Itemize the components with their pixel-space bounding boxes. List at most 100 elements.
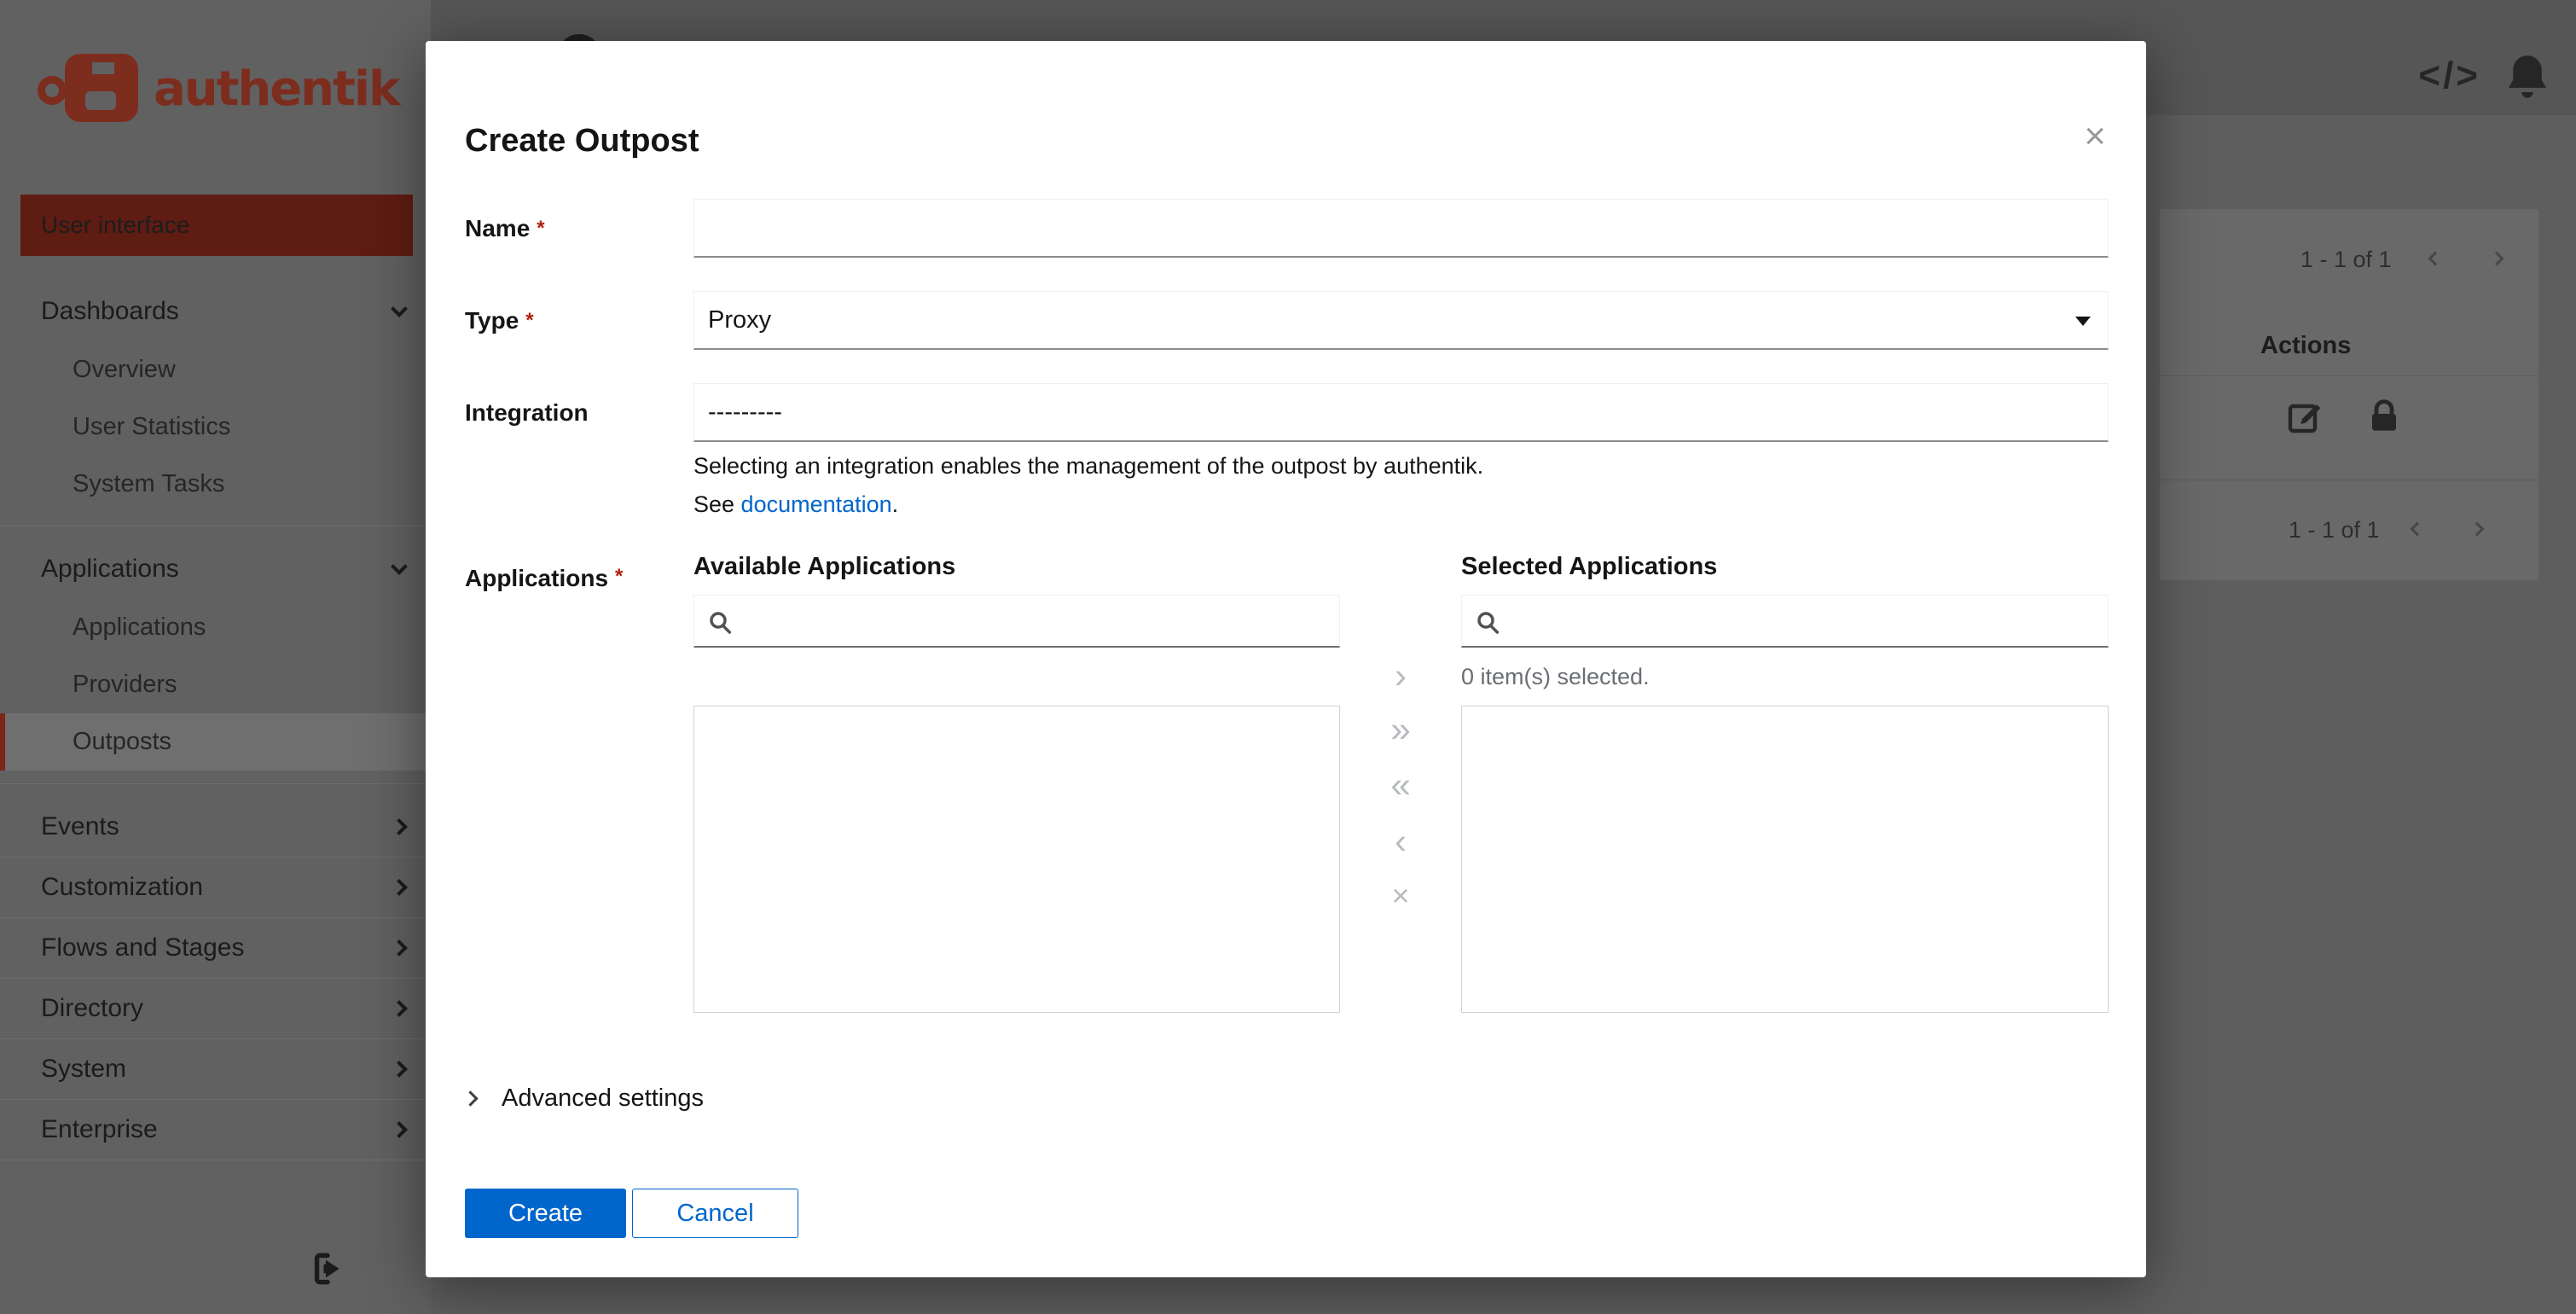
chevron-right-icon — [391, 1061, 408, 1078]
user-interface-button[interactable]: User interface — [20, 195, 413, 256]
table-divider — [2160, 375, 2538, 376]
edit-icon[interactable] — [2284, 396, 2325, 437]
integration-label: Integration — [465, 398, 589, 426]
available-search-input[interactable] — [742, 599, 1331, 641]
authentik-logo[interactable]: authentik — [38, 49, 400, 128]
outposts-table-card: 1 - 1 of 1 Actions 1 - 1 of 1 — [2160, 209, 2538, 580]
available-search — [693, 595, 1340, 648]
pagination-prev-icon[interactable] — [2428, 251, 2443, 266]
sidebar: authentik User interface Dashboards Over… — [0, 0, 431, 1314]
create-button[interactable]: Create — [465, 1189, 626, 1238]
available-spacer — [693, 648, 1340, 706]
integration-help-text: Selecting an integration enables the man… — [693, 453, 1484, 517]
close-icon[interactable]: × — [2084, 118, 2106, 155]
group-label: System — [41, 1055, 127, 1083]
user-interface-label: User interface — [41, 212, 190, 238]
item-label: System Tasks — [73, 470, 225, 497]
pagination-top-text: 1 - 1 of 1 — [2300, 247, 2392, 272]
cancel-button[interactable]: Cancel — [632, 1189, 798, 1238]
chevron-right-icon — [391, 1000, 408, 1017]
notification-bell-icon[interactable] — [2501, 49, 2554, 106]
available-applications-pane: Available Applications — [693, 553, 1340, 1013]
logout-icon[interactable] — [305, 1247, 348, 1290]
item-label: Outposts — [73, 728, 172, 755]
add-all-button[interactable]: » — [1340, 711, 1461, 748]
group-label: Events — [41, 812, 119, 840]
chevron-right-icon — [391, 939, 408, 956]
name-field-row: Name * — [465, 199, 2109, 258]
sidebar-group-directory[interactable]: Directory — [0, 979, 431, 1038]
sidebar-item-overview[interactable]: Overview — [0, 341, 431, 398]
type-select[interactable]: Proxy — [693, 291, 2109, 350]
advanced-settings-expander[interactable]: Advanced settings — [462, 1075, 704, 1121]
selected-search — [1461, 595, 2109, 648]
required-marker: * — [537, 216, 545, 240]
name-input[interactable] — [693, 199, 2109, 258]
sidebar-group-events[interactable]: Events — [0, 797, 431, 857]
actions-column-header: Actions — [2260, 332, 2352, 359]
required-marker: * — [525, 308, 534, 332]
group-label: Enterprise — [41, 1115, 158, 1143]
name-label: Name * — [465, 214, 545, 241]
chevron-down-icon — [391, 558, 408, 575]
lock-icon[interactable] — [2364, 396, 2405, 437]
integration-select-value: --------- — [708, 398, 782, 426]
chevron-right-icon — [391, 1121, 408, 1138]
modal-actions: Create Cancel — [465, 1189, 798, 1238]
create-outpost-modal: Create Outpost × Name * Type * Proxy Integ… — [426, 41, 2146, 1277]
selected-applications-title: Selected Applications — [1461, 553, 1718, 580]
advanced-settings-label: Advanced settings — [502, 1084, 704, 1112]
integration-select[interactable]: --------- — [693, 383, 2109, 442]
chevron-right-icon — [462, 1090, 479, 1107]
sidebar-group-system[interactable]: System — [0, 1039, 431, 1099]
sidebar-item-applications[interactable]: Applications — [0, 599, 431, 656]
type-field-row: Type * Proxy — [465, 291, 2109, 350]
sidebar-group-customization[interactable]: Customization — [0, 858, 431, 917]
available-applications-title: Available Applications — [693, 553, 956, 580]
brand-wordmark: authentik — [154, 61, 400, 117]
chevron-right-icon — [391, 879, 408, 896]
search-icon — [1477, 612, 1500, 634]
sidebar-nav: Dashboards Overview User Statistics Syst… — [0, 282, 431, 1160]
modal-title: Create Outpost — [465, 123, 699, 159]
sidebar-group-enterprise[interactable]: Enterprise — [0, 1100, 431, 1160]
chevron-down-icon — [391, 300, 408, 317]
api-code-icon[interactable]: </> — [2418, 55, 2480, 97]
caret-down-icon — [2075, 317, 2091, 326]
sidebar-group-dashboards[interactable]: Dashboards — [0, 282, 431, 341]
sidebar-item-outposts[interactable]: Outposts — [0, 713, 431, 770]
pagination-next-icon[interactable] — [2489, 251, 2504, 266]
item-label: Providers — [73, 671, 177, 698]
item-label: Applications — [73, 613, 206, 641]
add-selected-button[interactable]: › — [1340, 657, 1461, 695]
type-label: Type * — [465, 306, 534, 334]
sidebar-item-system-tasks[interactable]: System Tasks — [0, 456, 431, 513]
group-label: Directory — [41, 994, 144, 1022]
pagination-bottom-text: 1 - 1 of 1 — [2289, 517, 2380, 543]
sidebar-item-user-statistics[interactable]: User Statistics — [0, 398, 431, 456]
required-marker: * — [615, 565, 624, 588]
documentation-link[interactable]: documentation — [741, 491, 892, 517]
selected-search-input[interactable] — [1510, 599, 2099, 641]
remove-all-button[interactable]: « — [1340, 766, 1461, 804]
group-label: Flows and Stages — [41, 933, 245, 962]
dual-list-selector: Available Applications › » « ‹ × Selecte… — [693, 553, 2109, 1013]
type-select-value: Proxy — [708, 305, 772, 334]
group-label: Applications — [41, 555, 179, 583]
transfer-controls: › » « ‹ × — [1340, 553, 1461, 1013]
pagination-next-icon[interactable] — [2469, 521, 2485, 537]
key-logo-icon — [38, 52, 148, 125]
remove-selected-button[interactable]: ‹ — [1340, 823, 1461, 860]
applications-field-row: Applications * Available Applications › »… — [465, 553, 2109, 1013]
item-label: User Statistics — [73, 413, 231, 440]
pagination-prev-icon[interactable] — [2410, 521, 2425, 537]
selected-applications-list[interactable] — [1461, 706, 2109, 1013]
sidebar-group-flows-and-stages[interactable]: Flows and Stages — [0, 918, 431, 978]
applications-label: Applications * — [465, 565, 624, 591]
clear-selection-button[interactable]: × — [1340, 877, 1461, 915]
integration-field-row: Integration --------- Selecting an integ… — [465, 383, 2109, 524]
item-label: Overview — [73, 356, 176, 383]
sidebar-group-applications[interactable]: Applications — [0, 539, 431, 599]
available-applications-list[interactable] — [693, 706, 1340, 1013]
sidebar-item-providers[interactable]: Providers — [0, 656, 431, 713]
